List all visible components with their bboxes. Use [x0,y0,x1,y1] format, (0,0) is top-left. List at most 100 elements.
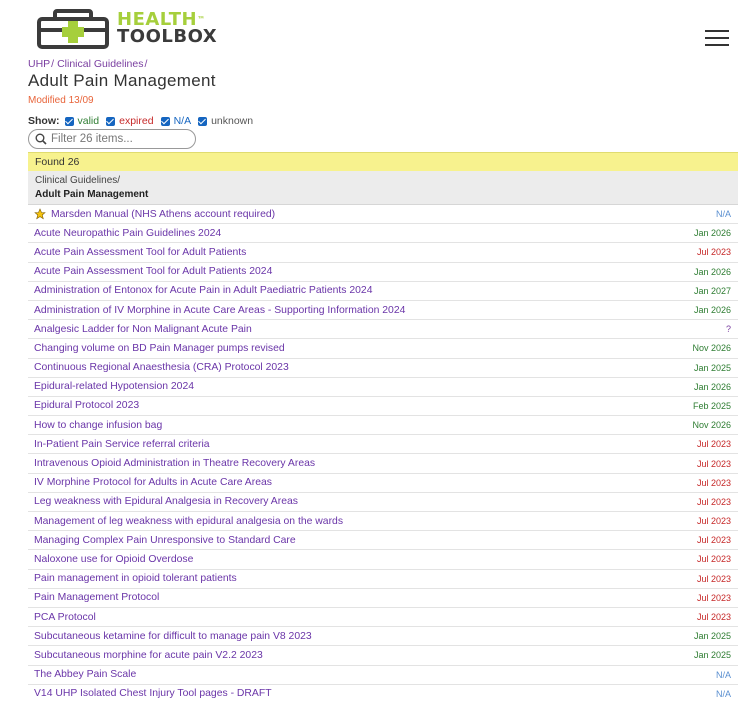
checkbox-unknown[interactable] [198,116,208,126]
list-item[interactable]: Leg weakness with Epidural Analgesia in … [28,493,738,512]
review-status: Jul 2023 [696,592,731,603]
review-status: Jul 2023 [696,477,731,488]
filter-unknown[interactable]: unknown [198,115,253,127]
list-item[interactable]: Epidural-related Hypotension 2024 Jan 202… [28,378,738,397]
checkbox-na[interactable] [160,116,170,126]
review-status: Jul 2023 [696,612,731,623]
guideline-link[interactable]: Subcutaneous ketamine for difficult to m… [34,631,312,642]
guideline-title: In-Patient Pain Service referral criteri… [34,438,210,450]
review-status: Jul 2023 [696,496,731,507]
guideline-link[interactable]: Marsden Manual (NHS Athens account requi… [34,208,275,220]
list-item[interactable]: Pain Management Protocol Jul 2023 [28,589,738,608]
guideline-link[interactable]: Epidural-related Hypotension 2024 [34,381,194,392]
list-item[interactable]: Administration of IV Morphine in Acute C… [28,301,738,321]
guideline-title: Subcutaneous ketamine for difficult to m… [34,630,312,642]
list-item[interactable]: Management of leg weakness with epidural… [28,512,738,532]
guideline-link[interactable]: Changing volume on BD Pain Manager pumps… [34,343,285,354]
guideline-link[interactable]: Acute Pain Assessment Tool for Adult Pat… [34,266,272,277]
menu-icon[interactable] [705,30,729,48]
list-item[interactable]: Acute Pain Assessment Tool for Adult Pat… [28,243,738,263]
guideline-title: Epidural-related Hypotension 2024 [34,381,195,393]
list-item[interactable]: In-Patient Pain Service referral criteri… [28,435,738,455]
logo-wordmark: HEALTH™ TOOLBOX [117,11,218,47]
guideline-link[interactable]: V14 UHP Isolated Chest Injury Tool pages… [34,688,272,699]
checkbox-expired[interactable] [106,116,116,126]
group-name: Adult Pain Management [35,189,149,200]
guideline-link[interactable]: Pain management in opioid tolerant patie… [34,573,237,584]
review-status: Jul 2023 [696,554,731,565]
guideline-link[interactable]: Administration of Entonox for Acute Pain… [34,285,372,296]
breadcrumb-uhp[interactable]: UHP [28,58,50,70]
review-status: Jul 2023 [696,535,731,546]
guideline-link[interactable]: Naloxone use for Opioid Overdose [34,554,193,565]
filter-input[interactable] [51,133,191,145]
list-item[interactable]: Epidural Protocol 2023 Feb 2025 [28,397,738,417]
guideline-link[interactable]: Acute Neuropathic Pain Guidelines 2024 [34,228,221,239]
review-status: Jan 2025 [693,362,731,373]
review-status: Jan 2025 [693,631,731,642]
checkbox-valid[interactable] [64,116,74,126]
guideline-link[interactable]: Analgesic Ladder for Non Malignant Acute… [34,324,252,335]
logo-toolbox: TOOLBOX [117,26,218,47]
guideline-title: V14 UHP Isolated Chest Injury Tool pages… [34,688,272,700]
guideline-link[interactable]: Managing Complex Pain Unresponsive to St… [34,535,296,546]
review-status: N/A [715,669,731,680]
show-label: Show: [28,115,60,127]
list-item[interactable]: Acute Neuropathic Pain Guidelines 2024 Ja… [28,224,738,244]
health-toolbox-logo[interactable]: HEALTH™ TOOLBOX [37,9,217,51]
list-item[interactable]: Analgesic Ladder for Non Malignant Acute… [28,320,738,340]
list-item[interactable]: PCA Protocol Jul 2023 [28,608,738,628]
review-status: Jul 2023 [696,439,731,450]
guideline-link[interactable]: The Abbey Pain Scale [34,669,136,680]
review-status: ? [725,324,731,335]
review-status: Jan 2026 [693,228,731,239]
guideline-link[interactable]: Acute Pain Assessment Tool for Adult Pat… [34,247,246,258]
guideline-link[interactable]: Intravenous Opioid Administration in The… [34,458,315,469]
guideline-link[interactable]: PCA Protocol [34,612,96,623]
modified-date: Modified 13/09 [28,95,94,106]
list-item[interactable]: How to change infusion bag Nov 2026 [28,416,738,436]
filter-box[interactable] [28,129,196,149]
guideline-link[interactable]: How to change infusion bag [34,420,162,431]
guideline-title: Continuous Regional Anaesthesia (CRA) Pr… [34,362,289,374]
filter-valid[interactable]: valid [64,115,99,127]
list-item[interactable]: Intravenous Opioid Administration in The… [28,454,738,474]
list-item[interactable]: Acute Pain Assessment Tool for Adult Pat… [28,263,738,282]
list-item[interactable]: IV Morphine Protocol for Adults in Acute… [28,474,738,493]
guideline-link[interactable]: Epidural Protocol 2023 [34,400,139,411]
list-item[interactable]: Managing Complex Pain Unresponsive to St… [28,531,738,551]
review-status: Jan 2026 [693,266,731,277]
review-status: Nov 2026 [692,420,731,431]
list-item[interactable]: Administration of Entonox for Acute Pain… [28,282,738,301]
review-status: Jul 2023 [696,247,731,258]
guideline-link[interactable]: Leg weakness with Epidural Analgesia in … [34,496,298,507]
list-item[interactable]: Changing volume on BD Pain Manager pumps… [28,339,738,359]
guideline-link[interactable]: IV Morphine Protocol for Adults in Acute… [34,477,272,488]
guideline-title: Pain management in opioid tolerant patie… [34,573,237,585]
filter-na[interactable]: N/A [160,115,191,127]
review-status: N/A [715,209,731,220]
guideline-link[interactable]: Administration of IV Morphine in Acute C… [34,305,405,316]
search-icon [35,133,47,145]
breadcrumb: UHP/Clinical Guidelines/ [28,58,148,70]
guideline-link[interactable]: Management of leg weakness with epidural… [34,516,343,527]
list-item[interactable]: Continuous Regional Anaesthesia (CRA) Pr… [28,359,738,378]
list-item[interactable]: The Abbey Pain Scale N/A [28,666,738,685]
guideline-link[interactable]: Pain Management Protocol [34,592,159,603]
guideline-title: Acute Pain Assessment Tool for Adult Pat… [34,246,247,258]
list-item[interactable]: Marsden Manual (NHS Athens account requi… [28,205,738,225]
list-item[interactable]: Pain management in opioid tolerant patie… [28,570,738,589]
review-status: Jul 2023 [696,458,731,469]
list-item[interactable]: Subcutaneous morphine for acute pain V2.… [28,646,738,666]
guideline-title: Analgesic Ladder for Non Malignant Acute… [34,323,252,335]
list-item[interactable]: Naloxone use for Opioid Overdose Jul 2023 [28,550,738,570]
list-item[interactable]: Subcutaneous ketamine for difficult to m… [28,627,738,647]
list-item[interactable]: V14 UHP Isolated Chest Injury Tool pages… [28,685,738,703]
guideline-link[interactable]: Subcutaneous morphine for acute pain V2.… [34,650,263,661]
breadcrumb-clinical-guidelines[interactable]: Clinical Guidelines [57,58,143,70]
filter-expired[interactable]: expired [106,115,154,127]
guideline-title: Administration of IV Morphine in Acute C… [34,304,406,316]
guideline-title: Pain Management Protocol [34,592,160,604]
guideline-link[interactable]: In-Patient Pain Service referral criteri… [34,439,210,450]
guideline-link[interactable]: Continuous Regional Anaesthesia (CRA) Pr… [34,362,289,373]
